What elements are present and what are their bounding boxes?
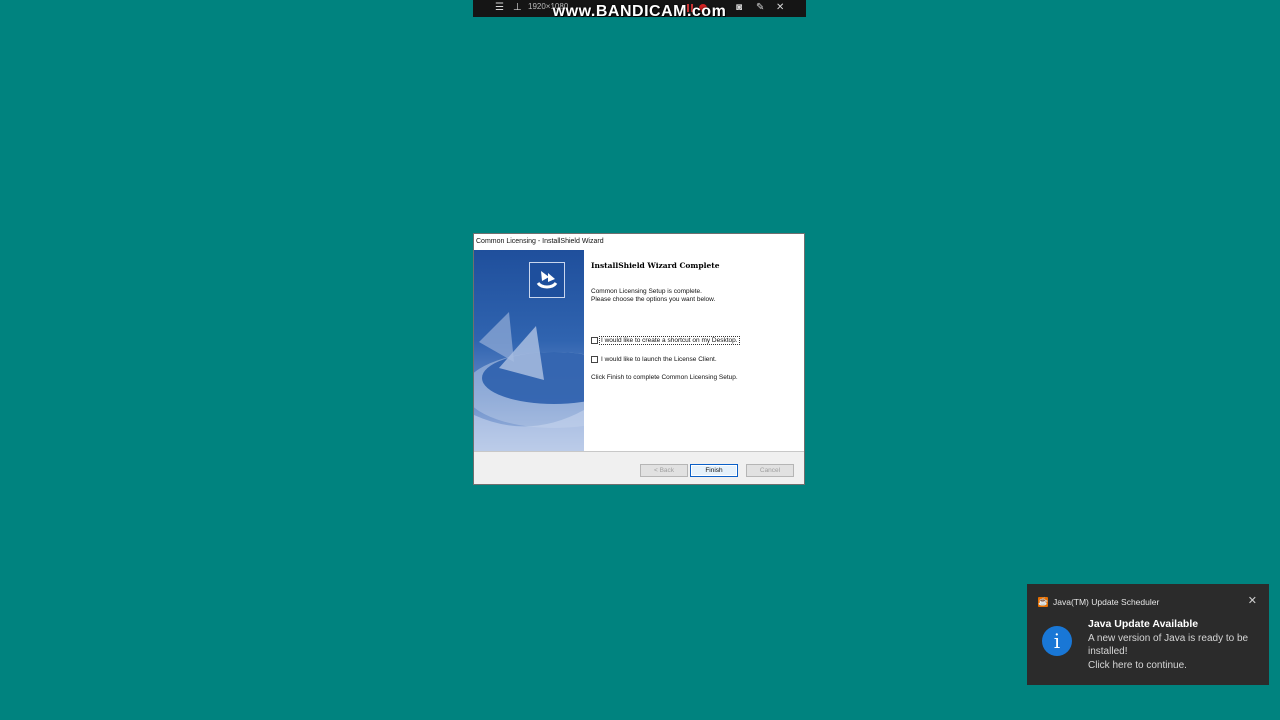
java-update-notification[interactable]: ☕ Java(TM) Update Scheduler ✕ i Java Upd… <box>1027 584 1269 685</box>
bandicam-watermark: www.BANDICAM.com <box>552 3 727 20</box>
notification-body[interactable]: A new version of Java is ready to be ins… <box>1088 632 1258 672</box>
desktop-shortcut-label[interactable]: I would like to create a shortcut on my … <box>599 335 740 345</box>
dialog-title: Common Licensing - InstallShield Wizard <box>476 238 604 245</box>
cancel-button[interactable]: Cancel <box>746 464 794 477</box>
launch-client-checkbox[interactable] <box>591 355 598 363</box>
info-icon: i <box>1042 626 1072 656</box>
back-button[interactable]: < Back <box>640 464 688 477</box>
wizard-side-banner <box>474 250 584 451</box>
choose-options-text: Please choose the options you want below… <box>591 296 716 303</box>
installshield-dialog: Common Licensing - InstallShield Wizard … <box>473 233 805 485</box>
finish-button[interactable]: Finish <box>690 464 738 477</box>
notification-title: Java Update Available <box>1088 618 1199 630</box>
installshield-logo <box>529 262 565 298</box>
wizard-heading: InstallShield Wizard Complete <box>591 261 720 270</box>
notification-link[interactable]: Click here to continue. <box>1088 659 1258 672</box>
notification-app-name: Java(TM) Update Scheduler <box>1053 597 1160 607</box>
launch-client-label[interactable]: I would like to launch the License Clien… <box>600 356 718 363</box>
dialog-content: InstallShield Wizard Complete Common Lic… <box>591 250 801 450</box>
launch-client-option[interactable]: I would like to launch the License Clien… <box>591 354 718 364</box>
notification-message: A new version of Java is ready to be ins… <box>1088 633 1249 658</box>
desktop-shortcut-option[interactable]: I would like to create a shortcut on my … <box>591 335 740 345</box>
bandicam-toolbar: ☰ ⊥ 1920×1080 ◙ ✎ ✕ www.BANDICAM.com <box>473 0 806 20</box>
finish-instruction: Click Finish to complete Common Licensin… <box>591 374 738 381</box>
close-icon[interactable]: ✕ <box>1248 595 1257 607</box>
dialog-footer: < Back Finish Cancel <box>474 452 804 484</box>
desktop-shortcut-checkbox[interactable] <box>591 336 598 344</box>
java-app-icon: ☕ <box>1038 597 1048 607</box>
complete-text: Common Licensing Setup is complete. <box>591 288 702 295</box>
